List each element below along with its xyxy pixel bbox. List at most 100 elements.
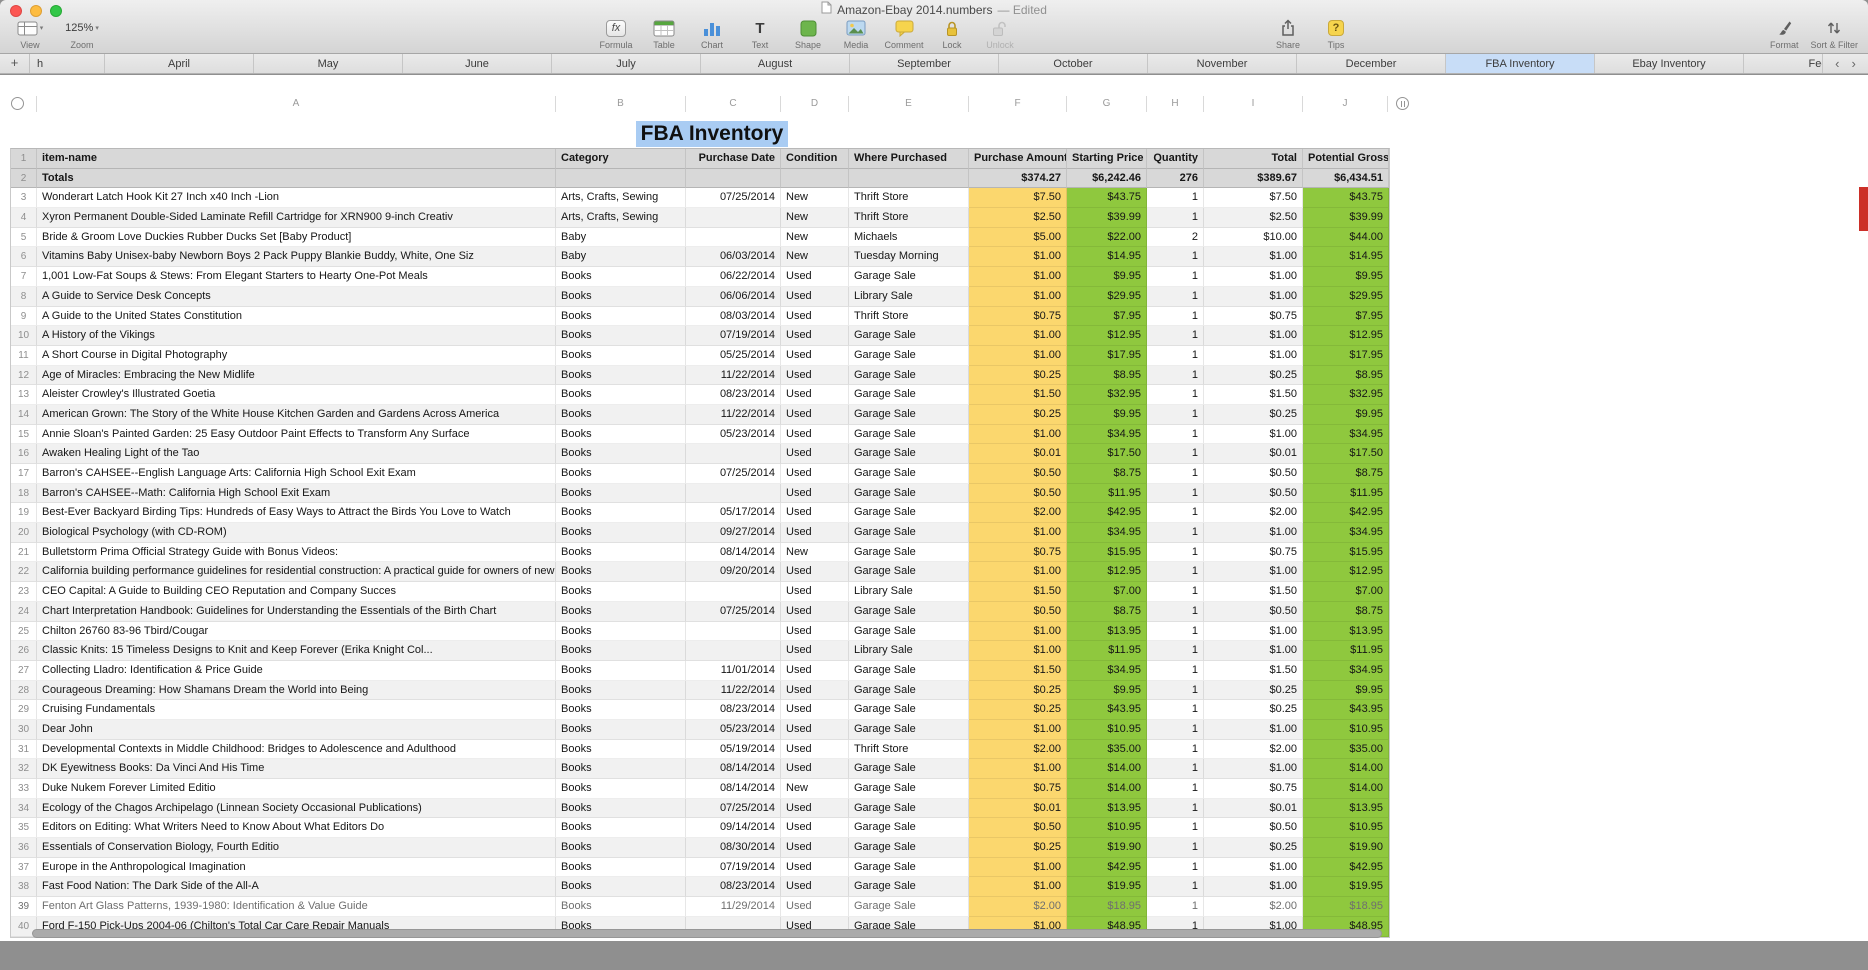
cell[interactable]: $42.95 xyxy=(1303,503,1389,524)
cell[interactable]: Essentials of Conservation Biology, Four… xyxy=(37,838,556,858)
cell[interactable]: Books xyxy=(556,798,686,819)
cell[interactable]: 08/23/2014 xyxy=(686,877,781,898)
sheet-tab-partial[interactable]: h xyxy=(30,54,105,73)
cell[interactable]: 1 xyxy=(1147,404,1204,425)
cell[interactable]: Chart Interpretation Handbook: Guideline… xyxy=(37,601,556,622)
cell[interactable]: 08/14/2014 xyxy=(686,542,781,563)
cell[interactable]: Vitamins Baby Unisex-baby Newborn Boys 2… xyxy=(37,247,556,268)
cell[interactable]: Garage Sale xyxy=(849,719,969,740)
cell[interactable]: Garage Sale xyxy=(849,424,969,445)
cell[interactable]: $15.95 xyxy=(1067,542,1147,563)
row-number-cell[interactable]: 12 xyxy=(11,365,37,386)
cell[interactable]: Garage Sale xyxy=(849,345,969,366)
cell[interactable]: $11.95 xyxy=(1303,641,1389,661)
cell[interactable]: Developmental Contexts in Middle Childho… xyxy=(37,739,556,760)
cell[interactable]: Bride & Groom Love Duckies Rubber Ducks … xyxy=(37,227,556,248)
cell[interactable]: Garage Sale xyxy=(849,404,969,425)
row-number-cell[interactable]: 24 xyxy=(11,601,37,622)
cell[interactable]: Best-Ever Backyard Birding Tips: Hundred… xyxy=(37,503,556,524)
cell[interactable]: $2.00 xyxy=(1204,897,1303,917)
cell[interactable]: 276 xyxy=(1147,168,1204,189)
cell[interactable]: 07/19/2014 xyxy=(686,326,781,346)
row-number-cell[interactable]: 34 xyxy=(11,798,37,819)
cell[interactable]: Library Sale xyxy=(849,286,969,307)
cell[interactable]: $8.75 xyxy=(1067,601,1147,622)
cell[interactable]: 07/25/2014 xyxy=(686,464,781,484)
cell[interactable]: $42.95 xyxy=(1067,503,1147,524)
cell[interactable]: $8.75 xyxy=(1067,464,1147,484)
cell[interactable]: $34.95 xyxy=(1303,660,1389,681)
sheet-tab-fba-inventory[interactable]: FBA Inventory xyxy=(1446,54,1595,73)
cell[interactable]: 08/23/2014 xyxy=(686,385,781,405)
cell[interactable]: $2.00 xyxy=(969,503,1067,524)
cell[interactable]: 1 xyxy=(1147,483,1204,504)
cell[interactable]: Garage Sale xyxy=(849,464,969,484)
cell[interactable]: $11.95 xyxy=(1067,641,1147,661)
cell[interactable]: Age of Miracles: Embracing the New Midli… xyxy=(37,365,556,386)
cell[interactable]: Biological Psychology (with CD-ROM) xyxy=(37,523,556,543)
cell[interactable]: $0.01 xyxy=(1204,444,1303,464)
cell[interactable] xyxy=(686,582,781,602)
cell[interactable] xyxy=(686,444,781,464)
column-header-H[interactable]: H xyxy=(1146,96,1203,112)
cell[interactable]: Used xyxy=(781,641,849,661)
row-number-cell[interactable]: 1 xyxy=(11,149,37,169)
cell[interactable]: $0.25 xyxy=(1204,680,1303,701)
cell[interactable]: Michaels xyxy=(849,227,969,248)
cell[interactable]: Books xyxy=(556,779,686,799)
cell[interactable]: $1.00 xyxy=(969,247,1067,268)
cell[interactable]: 1 xyxy=(1147,562,1204,583)
cell[interactable]: 1 xyxy=(1147,700,1204,720)
cell[interactable]: 06/03/2014 xyxy=(686,247,781,268)
cell[interactable]: Garage Sale xyxy=(849,267,969,287)
cell[interactable]: 05/23/2014 xyxy=(686,719,781,740)
cell[interactable]: 1 xyxy=(1147,621,1204,642)
cell[interactable]: 1 xyxy=(1147,641,1204,661)
cell[interactable]: $17.50 xyxy=(1303,444,1389,464)
cell[interactable]: Used xyxy=(781,404,849,425)
column-header-I[interactable]: I xyxy=(1203,96,1302,112)
column-header-G[interactable]: G xyxy=(1066,96,1146,112)
cell[interactable] xyxy=(849,168,969,189)
cell[interactable]: $1.50 xyxy=(1204,660,1303,681)
cell[interactable]: 1 xyxy=(1147,267,1204,287)
sort-filter-button[interactable]: Sort & Filter xyxy=(1804,17,1864,50)
cell[interactable] xyxy=(686,227,781,248)
cell[interactable]: $12.95 xyxy=(1067,326,1147,346)
cell[interactable]: $2.00 xyxy=(1204,503,1303,524)
cell[interactable]: $0.01 xyxy=(969,798,1067,819)
cell[interactable]: Cruising Fundamentals xyxy=(37,700,556,720)
cell[interactable]: Garage Sale xyxy=(849,818,969,839)
cell[interactable]: 1 xyxy=(1147,542,1204,563)
row-number-cell[interactable]: 3 xyxy=(11,188,37,209)
cell[interactable]: 1 xyxy=(1147,779,1204,799)
cell[interactable]: $19.95 xyxy=(1067,877,1147,898)
cell[interactable]: Books xyxy=(556,700,686,720)
cell[interactable]: $8.95 xyxy=(1067,365,1147,386)
cell[interactable]: Books xyxy=(556,719,686,740)
cell[interactable]: 1 xyxy=(1147,523,1204,543)
cell[interactable]: 1 xyxy=(1147,877,1204,898)
cell[interactable]: 1 xyxy=(1147,759,1204,779)
cell[interactable] xyxy=(781,168,849,189)
cell[interactable]: $0.25 xyxy=(969,680,1067,701)
cell[interactable]: Used xyxy=(781,523,849,543)
cell[interactable]: 1 xyxy=(1147,897,1204,917)
cell[interactable]: 1 xyxy=(1147,306,1204,327)
cell[interactable]: $389.67 xyxy=(1204,168,1303,189)
cell[interactable]: Books xyxy=(556,464,686,484)
cell[interactable]: 1 xyxy=(1147,326,1204,346)
sheet-tab-may[interactable]: May xyxy=(254,54,403,73)
cell[interactable]: New xyxy=(781,542,849,563)
cell[interactable]: Used xyxy=(781,365,849,386)
sheet-tab-august[interactable]: August xyxy=(701,54,850,73)
cell[interactable]: 11/22/2014 xyxy=(686,365,781,386)
cell[interactable]: $10.95 xyxy=(1303,719,1389,740)
sheet-tab-june[interactable]: June xyxy=(403,54,552,73)
cell[interactable]: Used xyxy=(781,326,849,346)
cell[interactable]: $1.50 xyxy=(1204,582,1303,602)
cell[interactable]: $10.95 xyxy=(1303,818,1389,839)
cell[interactable]: Used xyxy=(781,464,849,484)
cell[interactable]: Used xyxy=(781,660,849,681)
row-number-cell[interactable]: 4 xyxy=(11,208,37,228)
